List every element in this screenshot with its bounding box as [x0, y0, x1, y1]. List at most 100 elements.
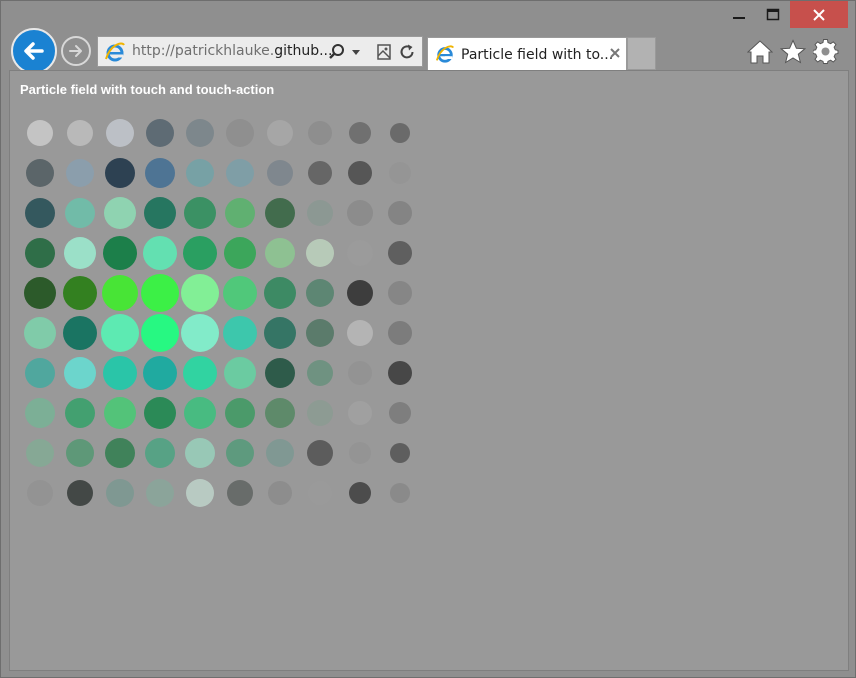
- particle[interactable]: [63, 276, 97, 310]
- particle[interactable]: [307, 360, 333, 386]
- particle[interactable]: [25, 238, 55, 268]
- particle[interactable]: [103, 236, 137, 270]
- particle[interactable]: [185, 438, 215, 468]
- particle[interactable]: [183, 236, 217, 270]
- particle[interactable]: [27, 120, 53, 146]
- particle[interactable]: [64, 357, 96, 389]
- minimize-button[interactable]: [722, 1, 756, 28]
- new-tab-button[interactable]: [627, 37, 656, 70]
- particle[interactable]: [349, 122, 371, 144]
- particle[interactable]: [145, 158, 175, 188]
- particle[interactable]: [265, 198, 295, 228]
- particle[interactable]: [308, 481, 332, 505]
- particle[interactable]: [102, 275, 138, 311]
- particle[interactable]: [141, 314, 179, 352]
- particle[interactable]: [65, 398, 95, 428]
- particle[interactable]: [106, 479, 134, 507]
- particle[interactable]: [64, 237, 96, 269]
- particle[interactable]: [186, 479, 214, 507]
- particle[interactable]: [141, 274, 179, 312]
- particle[interactable]: [308, 161, 332, 185]
- particle[interactable]: [104, 197, 136, 229]
- particle[interactable]: [347, 280, 373, 306]
- particle[interactable]: [347, 320, 373, 346]
- compatibility-view-button[interactable]: [374, 42, 394, 62]
- tab-particle-field[interactable]: Particle field with to...: [427, 37, 627, 70]
- address-dropdown-button[interactable]: [349, 42, 363, 62]
- particle[interactable]: [308, 121, 332, 145]
- particle[interactable]: [184, 197, 216, 229]
- particle[interactable]: [307, 400, 333, 426]
- particle[interactable]: [67, 120, 93, 146]
- particle[interactable]: [306, 279, 334, 307]
- particle[interactable]: [143, 356, 177, 390]
- particle[interactable]: [146, 479, 174, 507]
- particle[interactable]: [264, 317, 296, 349]
- particle[interactable]: [184, 397, 216, 429]
- particle[interactable]: [223, 316, 257, 350]
- particle[interactable]: [390, 483, 410, 503]
- particle[interactable]: [26, 439, 54, 467]
- particle[interactable]: [267, 120, 293, 146]
- particle-field[interactable]: [10, 71, 848, 670]
- particle[interactable]: [265, 358, 295, 388]
- particle[interactable]: [24, 317, 56, 349]
- particle[interactable]: [65, 198, 95, 228]
- particle[interactable]: [348, 401, 372, 425]
- particle[interactable]: [390, 123, 410, 143]
- particle[interactable]: [224, 237, 256, 269]
- particle[interactable]: [389, 162, 411, 184]
- particle[interactable]: [307, 200, 333, 226]
- particle[interactable]: [265, 238, 295, 268]
- particle[interactable]: [181, 274, 219, 312]
- particle[interactable]: [67, 480, 93, 506]
- particle[interactable]: [306, 319, 334, 347]
- particle[interactable]: [307, 440, 333, 466]
- url-text[interactable]: http://patrickhlauke.github...: [132, 43, 332, 59]
- particle[interactable]: [388, 241, 412, 265]
- particle[interactable]: [347, 240, 373, 266]
- particle[interactable]: [349, 442, 371, 464]
- maximize-button[interactable]: [756, 1, 790, 28]
- particle[interactable]: [101, 314, 139, 352]
- particle[interactable]: [183, 356, 217, 390]
- particle[interactable]: [27, 480, 53, 506]
- close-window-button[interactable]: [790, 1, 848, 28]
- settings-button[interactable]: [813, 39, 839, 65]
- particle[interactable]: [264, 277, 296, 309]
- particle[interactable]: [186, 159, 214, 187]
- particle[interactable]: [146, 119, 174, 147]
- particle[interactable]: [267, 160, 293, 186]
- particle[interactable]: [181, 314, 219, 352]
- particle[interactable]: [265, 398, 295, 428]
- particle[interactable]: [388, 201, 412, 225]
- particle[interactable]: [226, 439, 254, 467]
- particle[interactable]: [225, 198, 255, 228]
- particle[interactable]: [66, 159, 94, 187]
- favorites-button[interactable]: [780, 39, 806, 65]
- back-button[interactable]: [11, 28, 57, 74]
- particle[interactable]: [63, 316, 97, 350]
- particle[interactable]: [24, 277, 56, 309]
- particle[interactable]: [143, 236, 177, 270]
- particle[interactable]: [226, 119, 254, 147]
- particle[interactable]: [105, 438, 135, 468]
- particle[interactable]: [144, 197, 176, 229]
- particle[interactable]: [224, 357, 256, 389]
- particle[interactable]: [223, 276, 257, 310]
- particle[interactable]: [105, 158, 135, 188]
- forward-button[interactable]: [61, 36, 91, 66]
- particle[interactable]: [349, 482, 371, 504]
- particle[interactable]: [389, 402, 411, 424]
- particle[interactable]: [25, 198, 55, 228]
- particle[interactable]: [25, 398, 55, 428]
- particle[interactable]: [226, 159, 254, 187]
- particle[interactable]: [66, 439, 94, 467]
- tab-close-button[interactable]: [608, 46, 622, 60]
- refresh-button[interactable]: [397, 42, 417, 62]
- particle[interactable]: [145, 438, 175, 468]
- particle[interactable]: [25, 358, 55, 388]
- particle[interactable]: [106, 119, 134, 147]
- particle[interactable]: [306, 239, 334, 267]
- particle[interactable]: [348, 161, 372, 185]
